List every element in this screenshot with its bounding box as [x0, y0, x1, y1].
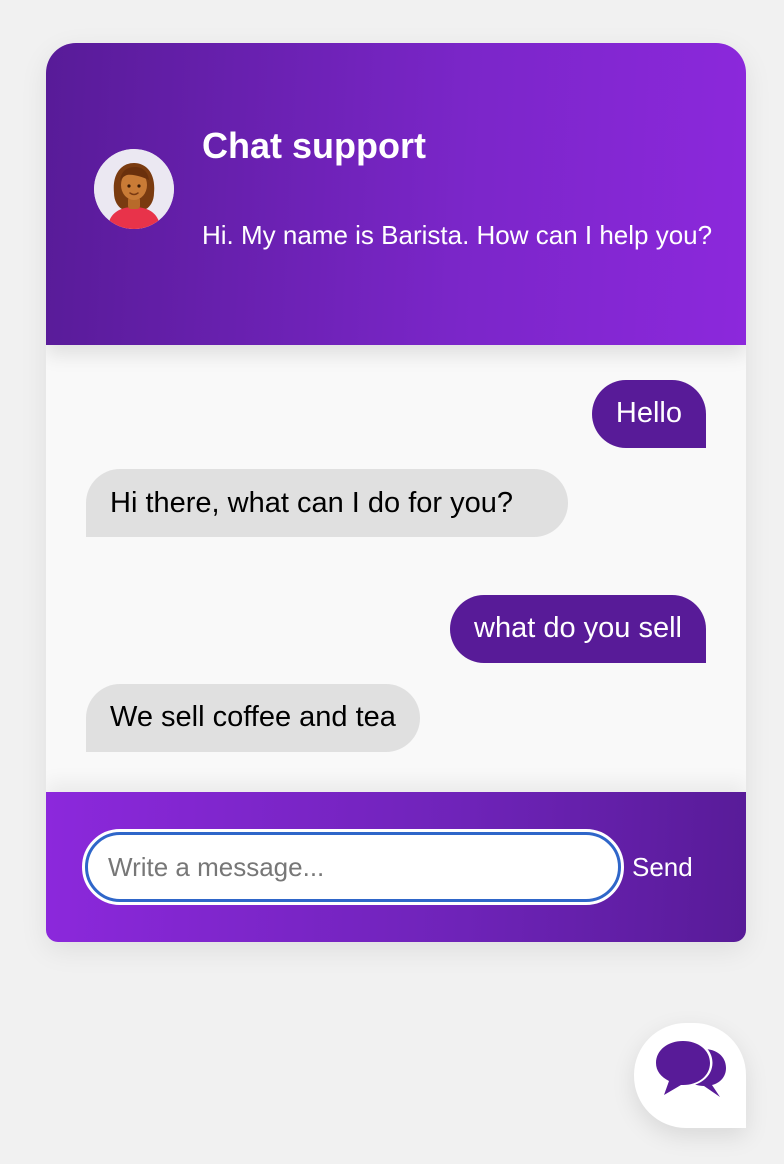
- send-button[interactable]: Send: [624, 840, 701, 894]
- chat-window: Chat support Hi. My name is Barista. How…: [46, 43, 746, 942]
- chat-header: Chat support Hi. My name is Barista. How…: [46, 43, 746, 345]
- operator-message: Hello: [591, 380, 706, 448]
- woman-avatar-icon: [94, 149, 174, 229]
- operator-message: what do you sell: [450, 595, 706, 663]
- message-list: Hello Hi there, what can I do for you? w…: [46, 345, 746, 792]
- chat-greeting: Hi. My name is Barista. How can I help y…: [202, 220, 713, 250]
- chat-bubbles-icon: [654, 1041, 726, 1098]
- visitor-message: Hi there, what can I do for you?: [86, 469, 568, 537]
- chat-launcher-button[interactable]: [634, 1023, 746, 1128]
- message-input[interactable]: [82, 829, 624, 905]
- visitor-message: We sell coffee and tea: [86, 684, 420, 752]
- chat-title: Chat support: [202, 125, 426, 166]
- chat-footer: Send: [46, 792, 746, 942]
